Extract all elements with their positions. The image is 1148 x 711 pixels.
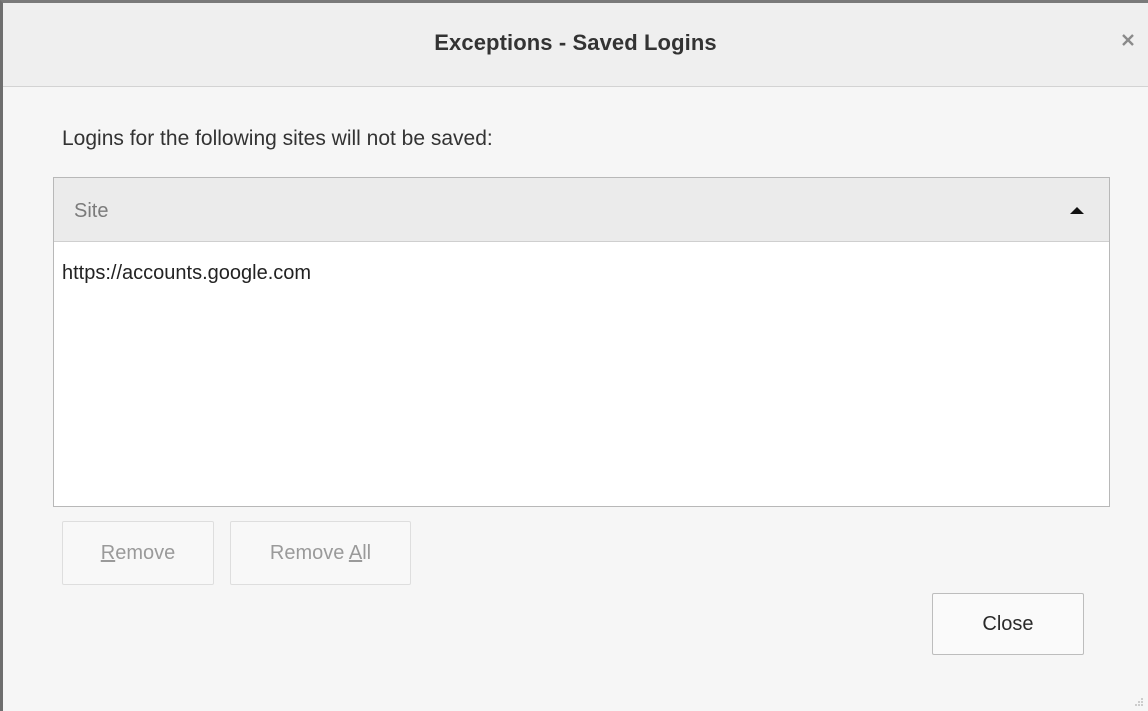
list-item[interactable]: https://accounts.google.com: [54, 242, 1109, 284]
resize-grip-icon[interactable]: [1134, 697, 1144, 707]
sort-ascending-icon: [1070, 207, 1084, 214]
site-list[interactable]: Site https://accounts.google.com: [53, 177, 1110, 507]
remove-all-button[interactable]: Remove All: [230, 521, 411, 585]
close-icon[interactable]: [1121, 33, 1135, 47]
remove-all-accesskey: A: [348, 542, 363, 564]
remove-button[interactable]: Remove: [62, 521, 214, 585]
remove-accesskey: R: [100, 542, 116, 564]
column-header-label: Site: [74, 200, 109, 222]
remove-label: emove: [115, 542, 176, 564]
dialog-titlebar: Exceptions - Saved Logins: [3, 3, 1148, 87]
exceptions-dialog: Exceptions - Saved Logins Logins for the…: [0, 0, 1148, 711]
site-url: https://accounts.google.com: [62, 262, 312, 284]
remove-all-label-rest: ll: [362, 542, 372, 564]
intro-text: Logins for the following sites will not …: [62, 127, 493, 150]
remove-all-label-prefix: Remove: [269, 542, 349, 564]
dialog-title: Exceptions - Saved Logins: [434, 30, 717, 55]
column-header-site[interactable]: Site: [54, 178, 1109, 242]
close-button[interactable]: Close: [932, 593, 1084, 655]
